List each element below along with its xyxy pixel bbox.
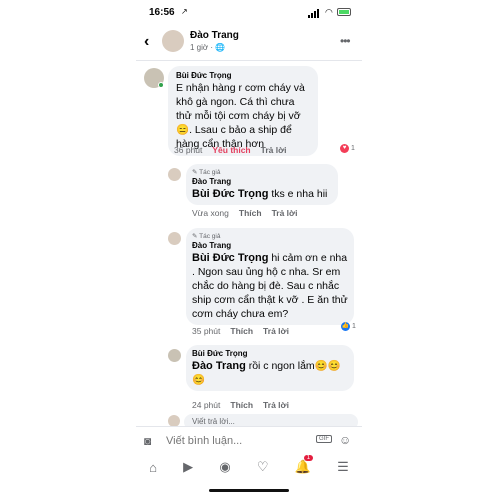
reply-avatar[interactable] [168, 168, 181, 181]
camera-icon[interactable]: ◙ [144, 434, 151, 448]
wifi-icon: ◠ [325, 7, 333, 17]
comment-composer: ◙ GIF ☺ [136, 426, 362, 454]
like-button[interactable]: Thích [230, 400, 253, 410]
menu-icon[interactable]: ☰ [337, 459, 349, 475]
reply-button[interactable]: Trả lời [261, 145, 287, 155]
notification-badge: 1 [303, 455, 314, 461]
like-icon: 👍 [341, 322, 350, 331]
reply-bubble[interactable]: ✎ Tác giả Đào Trang Bùi Đức Trọng tks e … [186, 164, 338, 205]
reply-button[interactable]: Trả lời [272, 208, 298, 218]
signal-icon [308, 9, 319, 18]
reply-button[interactable]: Trả lời [263, 400, 289, 410]
reaction-count[interactable]: ♥ 1 [340, 144, 355, 153]
reply-time: 24 phút [192, 400, 221, 410]
phone-screen: 16:56 ↗ ◠ ‹ Đào Trang 1 giờ · 🌐 ••• Bùi … [136, 0, 362, 498]
like-button[interactable]: Thích [239, 208, 262, 218]
reply-button[interactable]: Trả lời [263, 326, 289, 336]
emoji-icon[interactable]: ☺ [339, 433, 351, 447]
reply-actions: 24 phút Thích Trả lời [192, 400, 289, 410]
groups-icon[interactable]: ◉ [219, 459, 230, 475]
online-indicator [158, 82, 164, 88]
status-bar: 16:56 ↗ ◠ [136, 0, 362, 26]
reply-text: Bùi Đức Trọng hi cảm ơn e nha . Ngon sau… [192, 252, 348, 320]
reply-text: Đào Trang rồi c ngon lắm😊😊😊 [192, 360, 341, 386]
reply-avatar[interactable] [168, 349, 181, 362]
reply-actions: Vừa xong Thích Trả lời [192, 208, 297, 218]
like-button[interactable]: Thích [230, 326, 253, 336]
reply-bubble[interactable]: Bùi Đức Trọng Đào Trang rồi c ngon lắm😊😊… [186, 345, 354, 391]
reply-avatar[interactable] [168, 232, 181, 245]
heart-icon: ♥ [340, 144, 349, 153]
comment-author[interactable]: Bùi Đức Trọng [176, 71, 310, 80]
tab-bar: ⌂ ▶ ◉ ♡ 🔔 1 ☰ [136, 454, 362, 480]
location-icon: ↗ [181, 7, 188, 16]
reply-bubble[interactable]: ✎ Tác giả Đào Trang Bùi Đức Trọng hi cảm… [186, 228, 354, 325]
author-badge: ✎ Tác giả [192, 233, 221, 240]
comment-time: 36 phút [174, 145, 203, 155]
love-button[interactable]: Yêu thích [212, 145, 250, 155]
reply-actions: 35 phút Thích Trả lời [192, 326, 289, 336]
mention[interactable]: Đào Trang [192, 360, 246, 372]
home-indicator [209, 489, 289, 492]
post-time: 1 giờ · 🌐 [190, 43, 226, 52]
author-badge: ✎ Tác giả [192, 169, 221, 176]
reply-text: Bùi Đức Trọng tks e nha hii [192, 188, 328, 200]
reply-time: 35 phút [192, 326, 221, 336]
mention[interactable]: Bùi Đức Trọng [192, 252, 268, 264]
gif-button[interactable]: GIF [316, 435, 332, 443]
notifications-icon[interactable]: 🔔 1 [295, 455, 314, 475]
reply-author[interactable]: Đào Trang [192, 177, 332, 186]
author-name[interactable]: Đào Trang [190, 30, 239, 41]
battery-icon [337, 8, 351, 16]
author-avatar[interactable] [162, 30, 184, 52]
comment-input[interactable] [166, 431, 326, 451]
comment-bubble[interactable]: Bùi Đức Trọng E nhận hàng r cơm cháy và … [168, 66, 318, 156]
mention[interactable]: Bùi Đức Trọng [192, 188, 268, 200]
comment-actions: 36 phút Yêu thích Trả lời [174, 145, 287, 155]
back-icon[interactable]: ‹ [144, 33, 149, 51]
globe-icon: 🌐 [215, 43, 226, 52]
more-icon[interactable]: ••• [340, 34, 351, 48]
home-icon[interactable]: ⌂ [149, 460, 157, 475]
comment-text: E nhận hàng r cơm cháy và khô gà ngon. C… [176, 82, 305, 150]
divider [136, 60, 362, 61]
reply-author[interactable]: Đào Trang [192, 241, 348, 250]
dating-icon[interactable]: ♡ [257, 459, 269, 475]
status-time: 16:56 [149, 7, 175, 18]
reply-author[interactable]: Bùi Đức Trọng [192, 349, 348, 358]
reaction-count[interactable]: 👍 1 [341, 322, 356, 331]
post-header: ‹ Đào Trang 1 giờ · 🌐 ••• [136, 26, 362, 60]
reply-time: Vừa xong [192, 208, 229, 218]
watch-icon[interactable]: ▶ [183, 459, 193, 475]
